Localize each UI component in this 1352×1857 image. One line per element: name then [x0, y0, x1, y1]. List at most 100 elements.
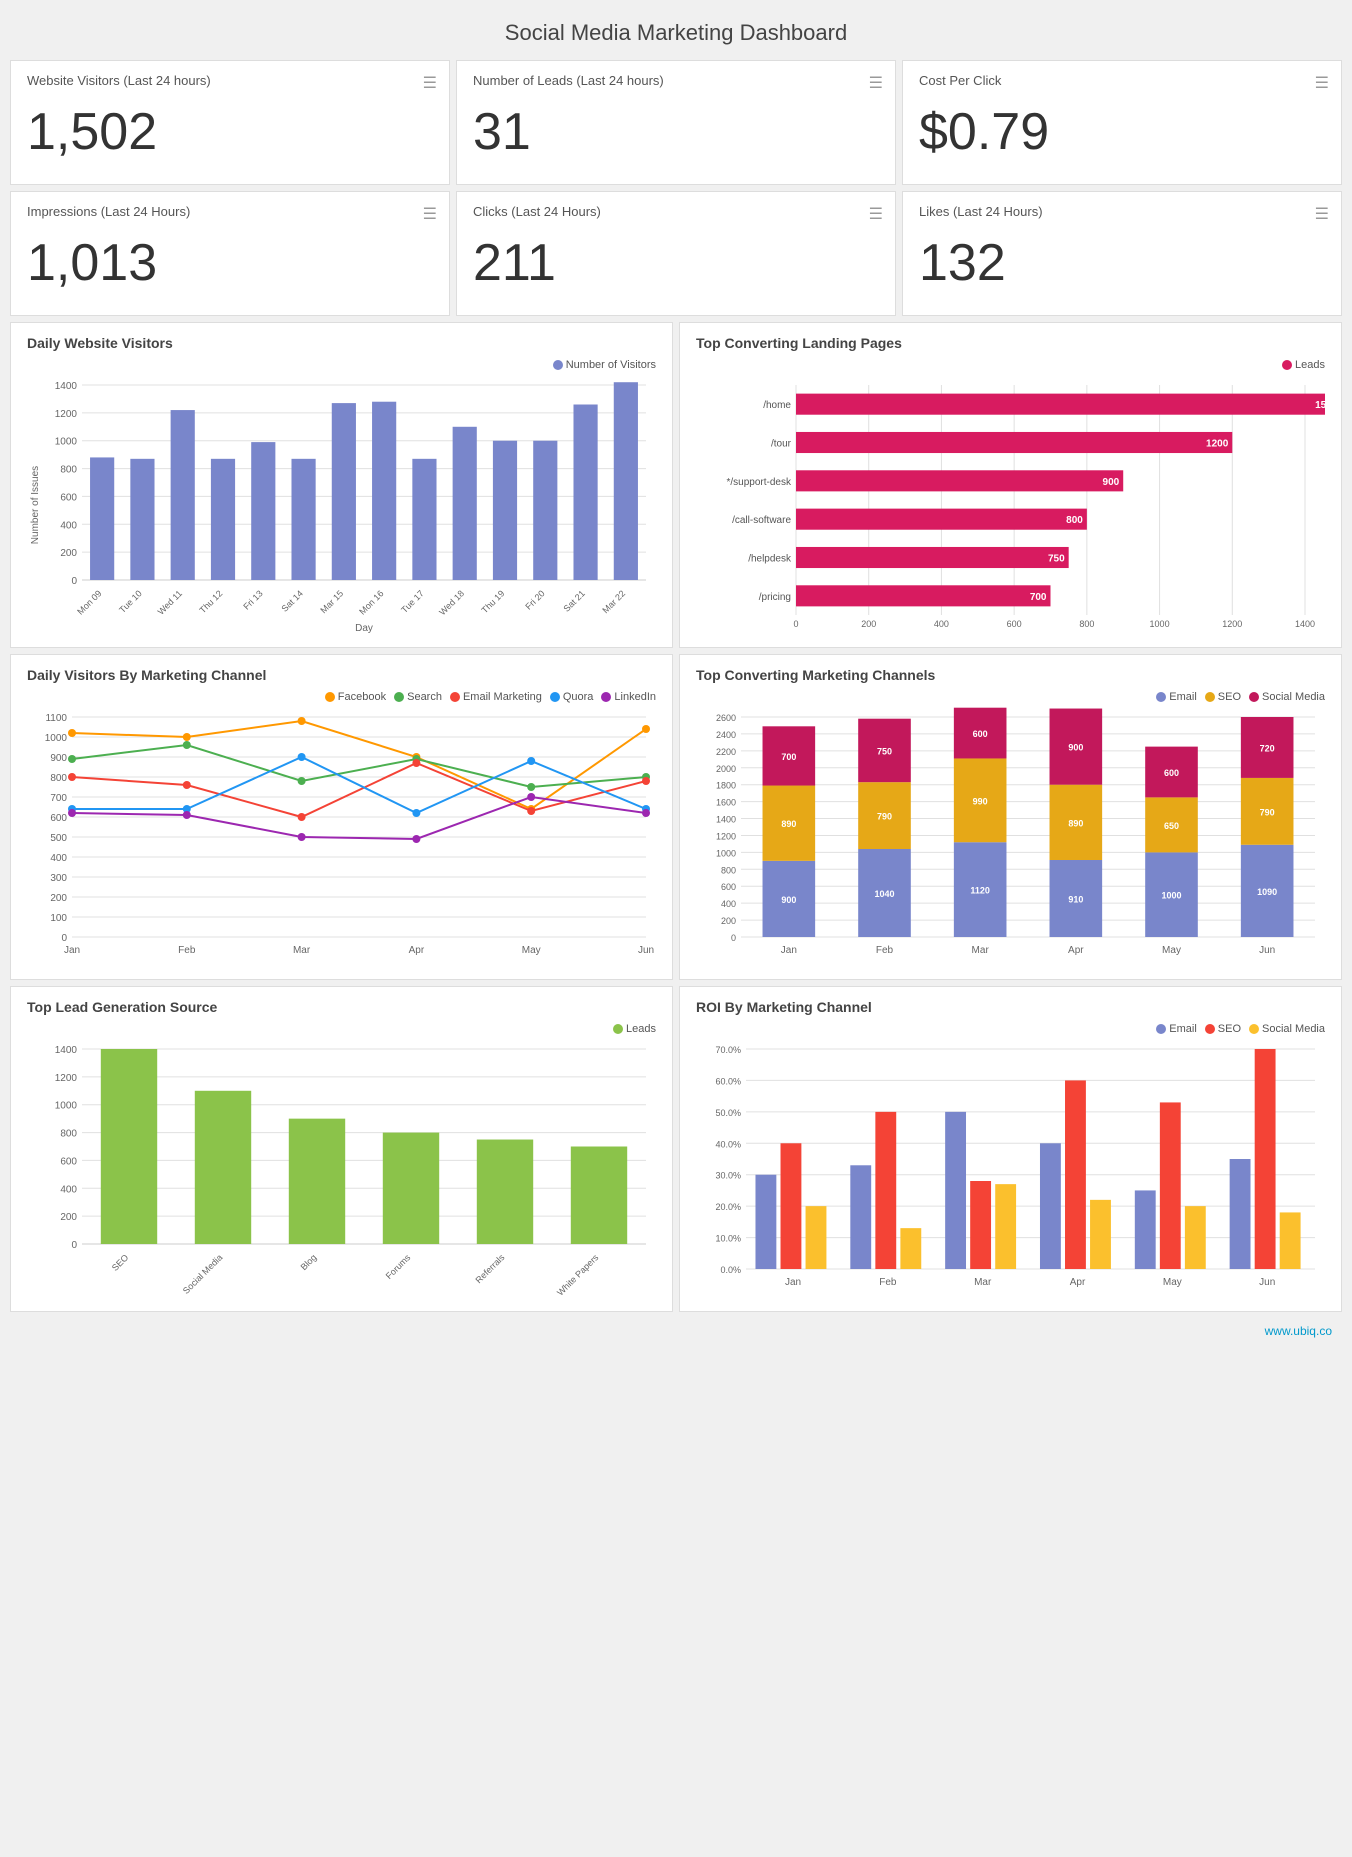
daily-visitors-legend: Number of Visitors: [27, 359, 656, 371]
svg-text:600: 600: [60, 492, 77, 503]
svg-text:Mon 16: Mon 16: [357, 588, 385, 616]
legend-dot-lead-gen: [613, 1024, 623, 1034]
svg-text:800: 800: [60, 465, 77, 476]
svg-text:Mar: Mar: [974, 1277, 992, 1288]
lead-gen-svg: 0200400600800100012001400SEOSocial Media…: [27, 1039, 656, 1299]
legend-email-mkt: Email Marketing: [450, 691, 542, 703]
page-title: Social Media Marketing Dashboard: [10, 10, 1342, 60]
svg-text:/helpdesk: /helpdesk: [748, 554, 792, 565]
lead-gen-title: Top Lead Generation Source: [27, 999, 656, 1015]
top-channels-card: Top Converting Marketing Channels Email …: [679, 654, 1342, 980]
menu-icon-5[interactable]: ☰: [1315, 204, 1329, 224]
svg-text:1400: 1400: [716, 815, 736, 825]
svg-text:1120: 1120: [970, 886, 990, 896]
svg-text:50.0%: 50.0%: [715, 1108, 741, 1118]
svg-text:600: 600: [50, 813, 67, 824]
legend-item-lead-gen: Leads: [613, 1023, 656, 1035]
legend-dot-email-mkt: [450, 692, 460, 702]
svg-text:400: 400: [50, 853, 67, 864]
svg-text:300: 300: [50, 873, 67, 884]
svg-text:/tour: /tour: [771, 439, 792, 450]
svg-text:600: 600: [60, 1156, 77, 1167]
svg-text:Number of Issues: Number of Issues: [30, 466, 41, 544]
svg-text:May: May: [1163, 1277, 1182, 1288]
legend-label-search: Search: [407, 691, 442, 703]
marketing-channel-legend: Facebook Search Email Marketing Quora Li…: [27, 691, 656, 703]
legend-social-ch: Social Media: [1249, 691, 1325, 703]
menu-icon-4[interactable]: ☰: [869, 204, 883, 224]
svg-text:40.0%: 40.0%: [715, 1139, 741, 1149]
svg-text:0: 0: [71, 1240, 77, 1251]
legend-item-leads: Leads: [1282, 359, 1325, 371]
svg-text:Thu 19: Thu 19: [480, 588, 507, 615]
kpi-label-2: Cost Per Click: [919, 73, 1325, 88]
svg-text:400: 400: [721, 899, 736, 909]
svg-text:0: 0: [793, 619, 798, 629]
legend-label-linkedin: LinkedIn: [614, 691, 656, 703]
menu-icon-0[interactable]: ☰: [423, 73, 437, 93]
svg-text:500: 500: [50, 833, 67, 844]
svg-text:Mar: Mar: [972, 945, 990, 956]
landing-pages-card: Top Converting Landing Pages Leads 02004…: [679, 322, 1342, 648]
svg-text:Jun: Jun: [1259, 945, 1275, 956]
top-channels-title: Top Converting Marketing Channels: [696, 667, 1325, 683]
kpi-label-5: Likes (Last 24 Hours): [919, 204, 1325, 219]
svg-text:White Papers: White Papers: [555, 1252, 601, 1298]
svg-text:1100: 1100: [45, 713, 67, 724]
legend-label-facebook: Facebook: [338, 691, 386, 703]
menu-icon-2[interactable]: ☰: [1315, 73, 1329, 93]
legend-label-email-mkt: Email Marketing: [463, 691, 542, 703]
menu-icon-3[interactable]: ☰: [423, 204, 437, 224]
legend-social-roi: Social Media: [1249, 1023, 1325, 1035]
svg-text:1000: 1000: [45, 733, 68, 744]
svg-text:1090: 1090: [1257, 887, 1277, 897]
svg-text:800: 800: [50, 773, 67, 784]
svg-text:Jun: Jun: [638, 945, 654, 956]
legend-dot-email-ch: [1156, 692, 1166, 702]
legend-label-email-roi: Email: [1169, 1023, 1197, 1035]
svg-text:900: 900: [50, 753, 67, 764]
svg-text:600: 600: [721, 882, 736, 892]
svg-text:1000: 1000: [1150, 619, 1170, 629]
svg-text:1000: 1000: [55, 1101, 78, 1112]
svg-text:0.0%: 0.0%: [720, 1265, 741, 1275]
charts-row-1: Daily Website Visitors Number of Visitor…: [10, 322, 1342, 648]
svg-text:/call-software: /call-software: [732, 515, 791, 526]
top-channels-svg: 0200400600800100012001400160018002000220…: [696, 707, 1325, 967]
svg-text:890: 890: [781, 819, 796, 829]
legend-dot-quora: [550, 692, 560, 702]
svg-text:Sat 21: Sat 21: [562, 588, 587, 613]
legend-dot-seo-roi: [1205, 1024, 1215, 1034]
svg-text:1000: 1000: [716, 848, 736, 858]
svg-text:1500: 1500: [1315, 400, 1325, 411]
svg-text:2000: 2000: [716, 764, 736, 774]
svg-text:400: 400: [934, 619, 949, 629]
svg-text:2400: 2400: [716, 730, 736, 740]
kpi-value-1: 31: [473, 92, 879, 172]
svg-text:1200: 1200: [55, 409, 78, 420]
svg-text:1800: 1800: [716, 781, 736, 791]
svg-text:790: 790: [877, 812, 892, 822]
kpi-row-1: Website Visitors (Last 24 hours) 1,502 ☰…: [10, 60, 1342, 185]
svg-text:890: 890: [1068, 818, 1083, 828]
legend-linkedin: LinkedIn: [601, 691, 656, 703]
legend-email-ch: Email: [1156, 691, 1197, 703]
svg-text:1040: 1040: [874, 889, 894, 899]
legend-dot-email-roi: [1156, 1024, 1166, 1034]
legend-email-roi: Email: [1156, 1023, 1197, 1035]
svg-text:800: 800: [1066, 515, 1083, 526]
svg-text:70.0%: 70.0%: [715, 1045, 741, 1055]
top-channels-legend: Email SEO Social Media: [696, 691, 1325, 703]
svg-text:400: 400: [60, 1184, 77, 1195]
legend-dot-social-roi: [1249, 1024, 1259, 1034]
svg-text:200: 200: [721, 916, 736, 926]
kpi-value-2: $0.79: [919, 92, 1325, 172]
svg-text:700: 700: [781, 752, 796, 762]
kpi-card-4: Clicks (Last 24 Hours) 211 ☰: [456, 191, 896, 316]
kpi-card-0: Website Visitors (Last 24 hours) 1,502 ☰: [10, 60, 450, 185]
svg-text:Apr: Apr: [1070, 1277, 1086, 1288]
charts-row-2: Daily Visitors By Marketing Channel Face…: [10, 654, 1342, 980]
svg-text:2600: 2600: [716, 713, 736, 723]
menu-icon-1[interactable]: ☰: [869, 73, 883, 93]
svg-text:Fri 20: Fri 20: [523, 588, 546, 611]
